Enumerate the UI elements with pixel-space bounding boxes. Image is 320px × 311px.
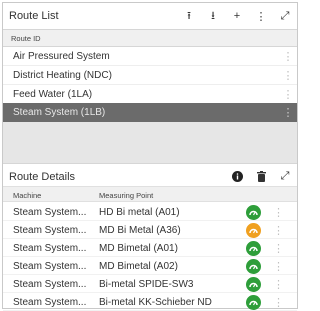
route-item-label: District Heating (NDC) [13, 69, 112, 81]
status-gauge-icon [246, 277, 261, 292]
route-item-label: Steam System (1LB) [13, 106, 106, 118]
route-list-title: Route List [9, 10, 59, 22]
more-vertical-icon[interactable]: ⋮ [249, 7, 273, 25]
more-vertical-icon[interactable]: ⋮ [273, 206, 284, 219]
delete-icon[interactable] [249, 168, 273, 186]
upload-icon[interactable]: ⭱ [177, 7, 201, 25]
machine-cell: Steam System... [13, 297, 87, 308]
route-item[interactable]: District Heating (NDC) ⋮ [3, 66, 297, 85]
route-list-empty-area [3, 122, 297, 163]
status-gauge-icon [246, 295, 261, 310]
route-item[interactable]: Air Pressured System ⋮ [3, 47, 297, 66]
measuring-point-column-label: Measuring Point [99, 191, 154, 200]
info-icon[interactable] [225, 168, 249, 186]
machine-column-label: Machine [13, 191, 42, 200]
expand-icon[interactable]: ⤢ [273, 7, 297, 25]
more-vertical-icon[interactable]: ⋮ [279, 106, 297, 119]
route-details-column-header: Machine Measuring Point [3, 186, 297, 202]
status-gauge-icon [246, 223, 261, 238]
route-id-label: Route ID [11, 33, 41, 43]
more-vertical-icon[interactable]: ⋮ [273, 296, 284, 309]
route-item-label: Air Pressured System [13, 50, 110, 62]
route-list-header: Route List ⭱ ⭳ + ⋮ ⤢ [3, 3, 297, 29]
plus-icon[interactable]: + [225, 7, 249, 25]
more-vertical-icon[interactable]: ⋮ [273, 260, 284, 273]
route-item-label: Feed Water (1LA) [13, 88, 93, 100]
table-row[interactable]: Steam System... HD Bi metal (A01) ⋮ [3, 203, 297, 221]
table-row[interactable]: Steam System... MD Bi Metal (A36) ⋮ [3, 221, 297, 239]
app-window: Route List ⭱ ⭳ + ⋮ ⤢ Route ID Air Pressu… [2, 2, 298, 311]
status-gauge-icon [246, 241, 261, 256]
measuring-point-cell: Bi-metal KK-Schieber ND [99, 297, 212, 308]
machine-cell: Steam System... [13, 243, 87, 254]
more-vertical-icon[interactable]: ⋮ [273, 242, 284, 255]
more-vertical-icon[interactable]: ⋮ [279, 69, 297, 82]
table-row[interactable]: Steam System... Bi-metal KK-Schieber ND … [3, 293, 297, 311]
more-vertical-icon[interactable]: ⋮ [273, 278, 284, 291]
table-row[interactable]: Steam System... MD Bimetal (A01) ⋮ [3, 239, 297, 257]
route-item-selected[interactable]: Steam System (1LB) ⋮ [3, 103, 297, 122]
more-vertical-icon[interactable]: ⋮ [279, 50, 297, 63]
download-icon[interactable]: ⭳ [201, 7, 225, 25]
status-gauge-icon [246, 205, 261, 220]
route-item[interactable]: Feed Water (1LA) ⋮ [3, 85, 297, 104]
measuring-point-cell: MD Bi Metal (A36) [99, 225, 181, 236]
measuring-point-cell: MD Bimetal (A01) [99, 243, 178, 254]
table-row[interactable]: Steam System... MD Bimetal (A02) ⋮ [3, 257, 297, 275]
measuring-point-cell: MD Bimetal (A02) [99, 261, 178, 272]
status-gauge-icon [246, 259, 261, 274]
machine-cell: Steam System... [13, 225, 87, 236]
expand-icon[interactable]: ⤢ [273, 168, 297, 186]
measuring-point-cell: HD Bi metal (A01) [99, 207, 180, 218]
route-details-title: Route Details [9, 170, 76, 183]
measuring-point-cell: Bi-metal SPIDE-SW3 [99, 279, 194, 290]
table-row[interactable]: Steam System... Bi-metal SPIDE-SW3 ⋮ [3, 275, 297, 293]
more-vertical-icon[interactable]: ⋮ [273, 224, 284, 237]
more-vertical-icon[interactable]: ⋮ [279, 88, 297, 101]
route-id-column-header: Route ID [3, 29, 297, 47]
machine-cell: Steam System... [13, 279, 87, 290]
machine-cell: Steam System... [13, 261, 87, 272]
machine-cell: Steam System... [13, 207, 87, 218]
